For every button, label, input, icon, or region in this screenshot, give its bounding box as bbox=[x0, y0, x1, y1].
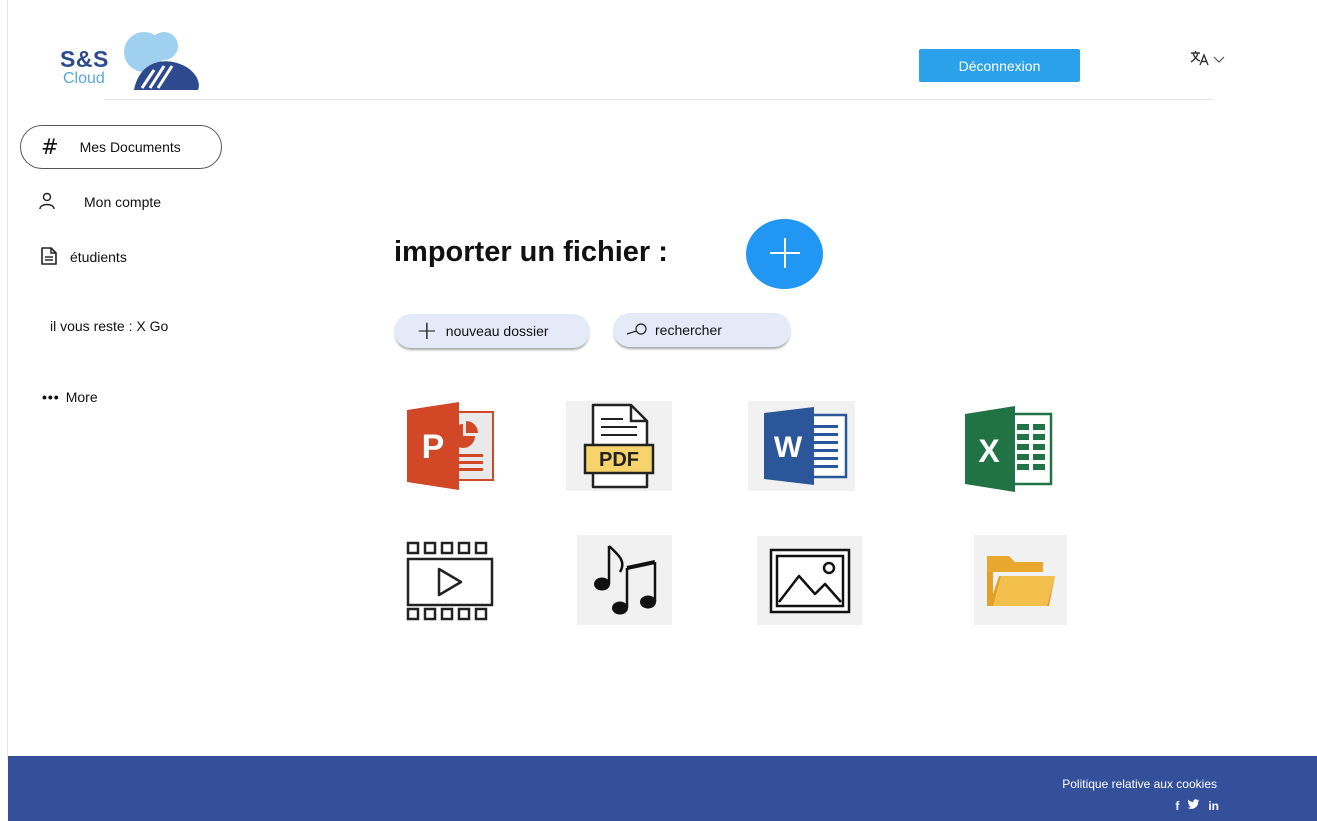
excel-icon: X bbox=[965, 406, 1053, 492]
word-icon: W bbox=[763, 407, 847, 485]
import-title: importer un fichier : bbox=[394, 236, 668, 268]
header-divider bbox=[104, 99, 1212, 100]
image-icon bbox=[769, 548, 850, 613]
sidebar-item-label: Mon compte bbox=[84, 194, 162, 210]
file-type-music[interactable] bbox=[577, 535, 672, 625]
sidebar-item-mon-compte[interactable]: Mon compte bbox=[38, 188, 161, 216]
search-button[interactable]: rechercher bbox=[613, 313, 791, 347]
facebook-icon[interactable]: f bbox=[1175, 799, 1179, 813]
cookie-policy-link[interactable]: Politique relative aux cookies bbox=[1062, 777, 1217, 791]
folder-icon bbox=[986, 556, 1055, 606]
cloud-logo-icon bbox=[124, 32, 199, 90]
sidebar-item-more[interactable]: ••• More bbox=[42, 386, 98, 408]
plus-icon: + bbox=[416, 316, 438, 346]
file-type-pdf[interactable]: PDF bbox=[566, 401, 672, 491]
file-type-excel[interactable]: X bbox=[963, 406, 1053, 492]
word-letter: W bbox=[773, 431, 802, 464]
powerpoint-letter: P bbox=[422, 428, 445, 466]
translate-icon bbox=[1190, 50, 1210, 70]
brand-name: S&S bbox=[60, 46, 109, 72]
sidebar-item-etudients[interactable]: étudients bbox=[40, 244, 127, 270]
language-switcher[interactable] bbox=[1190, 48, 1230, 72]
document-icon bbox=[40, 246, 58, 269]
file-type-folder[interactable] bbox=[974, 535, 1067, 625]
plus-icon bbox=[768, 236, 802, 273]
brand-sub: Cloud bbox=[63, 70, 105, 87]
logo[interactable]: S&S Cloud bbox=[58, 30, 208, 96]
search-icon bbox=[625, 322, 649, 339]
excel-letter: X bbox=[978, 433, 1000, 469]
file-type-word[interactable]: W bbox=[748, 401, 855, 491]
file-type-powerpoint[interactable]: P bbox=[405, 402, 495, 490]
footer: Politique relative aux cookies f in bbox=[8, 756, 1317, 821]
sidebar-item-mes-documents[interactable]: # Mes Documents bbox=[20, 125, 222, 169]
sidebar-item-label: Mes Documents bbox=[79, 139, 181, 155]
more-dots-icon: ••• bbox=[42, 389, 60, 405]
import-file-button[interactable] bbox=[746, 219, 823, 289]
user-icon bbox=[38, 191, 56, 214]
twitter-icon[interactable] bbox=[1187, 799, 1200, 813]
linkedin-icon[interactable]: in bbox=[1208, 799, 1219, 813]
chevron-down-icon bbox=[1213, 51, 1225, 69]
logout-button[interactable]: Déconnexion bbox=[919, 49, 1080, 82]
pdf-label: PDF bbox=[599, 449, 639, 471]
music-icon bbox=[593, 545, 656, 615]
sidebar-item-label: étudients bbox=[70, 249, 127, 265]
sidebar-item-label: More bbox=[65, 389, 98, 405]
hash-icon: # bbox=[41, 135, 59, 159]
video-icon bbox=[406, 541, 494, 621]
new-folder-button[interactable]: + nouveau dossier bbox=[394, 314, 590, 348]
powerpoint-icon: P bbox=[407, 402, 494, 490]
search-label: rechercher bbox=[655, 322, 722, 338]
file-type-video[interactable] bbox=[405, 541, 495, 623]
storage-remaining: il vous reste : X Go bbox=[50, 318, 169, 334]
pdf-icon: PDF bbox=[583, 403, 655, 489]
page-border bbox=[7, 0, 8, 760]
new-folder-label: nouveau dossier bbox=[445, 323, 549, 339]
social-links: f in bbox=[1175, 799, 1219, 813]
file-type-image[interactable] bbox=[757, 536, 862, 625]
